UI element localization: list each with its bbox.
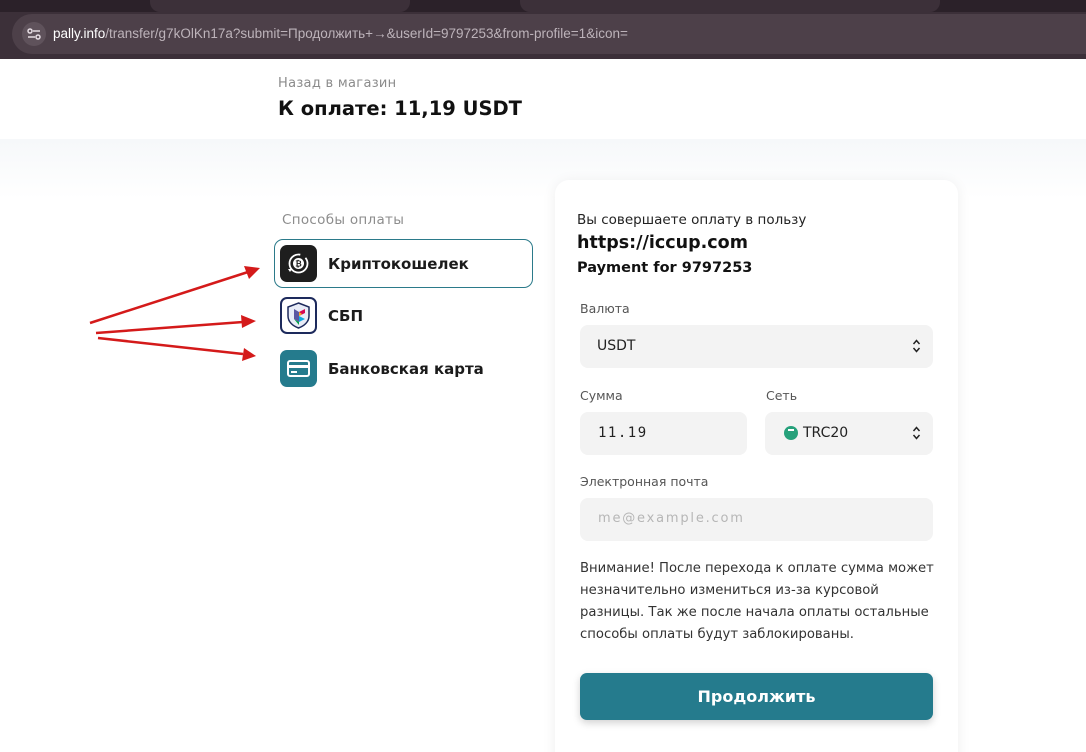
method-crypto-wallet[interactable]: ₿ Криптокошелек: [274, 239, 533, 288]
email-label: Электронная почта: [580, 474, 709, 489]
payment-card: Вы совершаете оплату в пользу https://ic…: [555, 180, 958, 752]
url-path: /transfer/g7kOlKn17a?submit=Продолжить+→…: [105, 26, 628, 41]
payment-description: Payment for 9797253: [577, 260, 753, 276]
amount-value: 11.19: [598, 425, 648, 441]
continue-button[interactable]: Продолжить: [580, 673, 933, 720]
method-sbp[interactable]: СБП: [274, 291, 533, 340]
network-value: TRC20: [803, 425, 849, 441]
site-settings-icon[interactable]: [22, 22, 46, 46]
browser-tab[interactable]: [520, 0, 940, 12]
page-title: К оплате: 11,19 USDT: [278, 97, 522, 120]
currency-value: USDT: [597, 338, 636, 354]
svg-text:₿: ₿: [295, 260, 302, 269]
arrow-line: [89, 270, 249, 325]
method-label: Банковская карта: [328, 360, 484, 378]
crypto-wallet-icon: ₿: [280, 245, 317, 282]
address-bar[interactable]: pally.info/transfer/g7kOlKn17a?submit=Пр…: [12, 14, 1086, 54]
amount-label: Сумма: [580, 388, 623, 403]
network-label: Сеть: [766, 388, 798, 403]
browser-toolbar: pally.info/transfer/g7kOlKn17a?submit=Пр…: [0, 0, 1086, 59]
currency-select[interactable]: USDT: [580, 325, 933, 368]
payee-url: https://iccup.com: [577, 233, 748, 253]
email-input[interactable]: me@example.com: [580, 498, 933, 541]
select-arrows-icon: [912, 339, 921, 353]
tether-icon: [784, 426, 798, 440]
method-label: СБП: [328, 307, 363, 325]
bank-card-icon: [280, 350, 317, 387]
sbp-icon: [280, 297, 317, 334]
arrow-head: [242, 348, 256, 361]
arrow-line: [95, 320, 244, 335]
payment-methods-title: Способы оплаты: [282, 212, 405, 228]
url-text[interactable]: pally.info/transfer/g7kOlKn17a?submit=Пр…: [53, 26, 628, 41]
annotation-arrows: [89, 266, 260, 361]
email-placeholder: me@example.com: [598, 511, 745, 526]
select-arrows-icon: [912, 426, 921, 440]
rate-change-notice: Внимание! После перехода к оплате сумма …: [580, 561, 934, 642]
network-select[interactable]: TRC20: [765, 412, 933, 455]
tab-strip: [0, 0, 1086, 12]
amount-input[interactable]: 11.19: [580, 412, 747, 455]
currency-label: Валюта: [580, 301, 630, 316]
method-label: Криптокошелек: [328, 255, 469, 273]
browser-tab[interactable]: [150, 0, 410, 12]
url-host: pally.info: [53, 26, 106, 41]
back-to-shop-link[interactable]: Назад в магазин: [278, 76, 396, 91]
arrow-head: [241, 315, 256, 328]
arrow-line: [97, 336, 244, 356]
page-header: Назад в магазин К оплате: 11,19 USDT: [0, 59, 1086, 139]
method-bank-card[interactable]: Банковская карта: [274, 344, 533, 393]
payee-intro: Вы совершаете оплату в пользу: [577, 212, 807, 228]
